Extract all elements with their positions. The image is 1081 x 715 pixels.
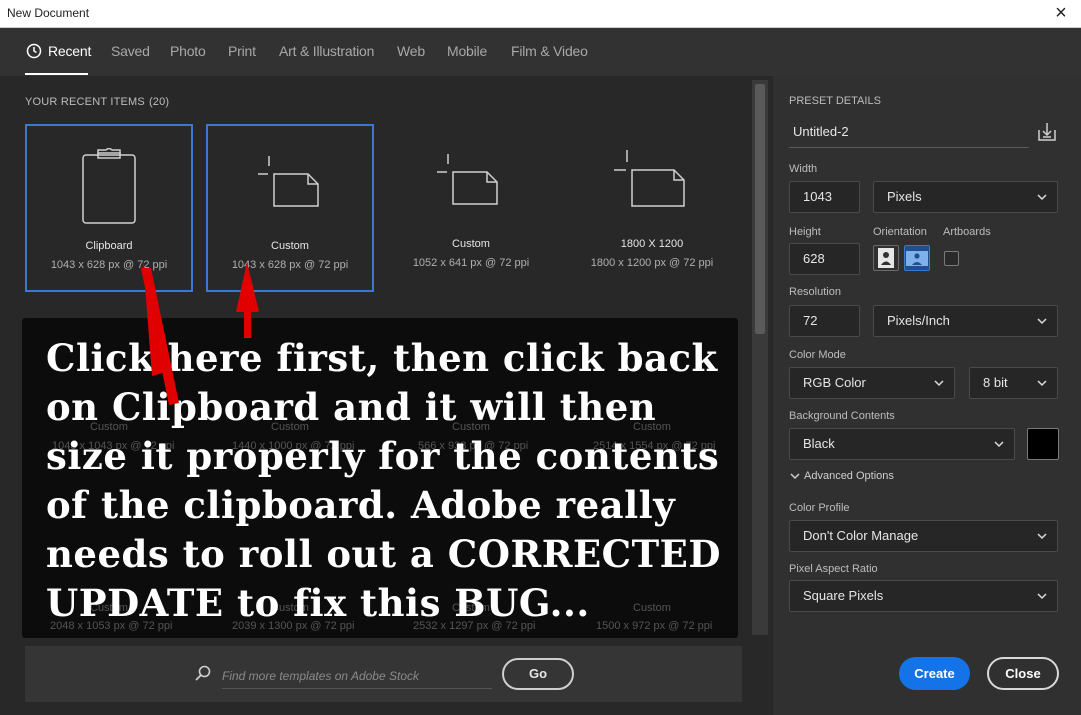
title-bar: New Document × bbox=[0, 0, 1081, 28]
width-unit-select[interactable]: Pixels bbox=[873, 181, 1058, 213]
annotation-text: Click here first, then click back on Cli… bbox=[46, 336, 721, 625]
chevron-down-icon bbox=[1037, 593, 1047, 600]
recent-item-name: Clipboard bbox=[85, 240, 133, 252]
pixel-aspect-ratio-label: Pixel Aspect Ratio bbox=[789, 563, 878, 575]
custom-document-icon bbox=[258, 156, 319, 207]
height-label: Height bbox=[789, 226, 821, 238]
recent-item-size: 1043 x 628 px @ 72 ppi bbox=[231, 259, 349, 271]
portrait-icon bbox=[878, 248, 894, 268]
clock-icon bbox=[26, 43, 42, 59]
go-button[interactable]: Go bbox=[502, 658, 574, 690]
advanced-options-toggle[interactable]: Advanced Options bbox=[790, 470, 894, 482]
background-contents-label: Background Contents bbox=[789, 410, 895, 422]
orientation-label: Orientation bbox=[873, 226, 927, 238]
recent-item-name: Custom bbox=[452, 238, 490, 250]
tab-web[interactable]: Web bbox=[397, 43, 425, 59]
close-button[interactable]: Close bbox=[987, 657, 1059, 690]
width-unit-value: Pixels bbox=[887, 189, 922, 204]
tab-print[interactable]: Print bbox=[228, 43, 256, 59]
chevron-down-icon bbox=[1037, 380, 1047, 387]
width-field[interactable]: 1043 bbox=[789, 181, 860, 213]
bit-depth-select[interactable]: 8 bit bbox=[969, 367, 1058, 399]
advanced-options-label: Advanced Options bbox=[804, 470, 894, 482]
window-title: New Document bbox=[7, 6, 90, 20]
scrollbar-thumb[interactable] bbox=[755, 84, 765, 334]
recent-item-custom-1[interactable]: Custom 1043 x 628 px @ 72 ppi bbox=[206, 124, 374, 292]
bit-depth-value: 8 bit bbox=[983, 375, 1008, 390]
search-icon bbox=[195, 665, 211, 681]
background-contents-value: Black bbox=[803, 436, 835, 451]
landscape-orientation-button[interactable] bbox=[904, 245, 930, 271]
recent-item-name: 1800 X 1200 bbox=[620, 238, 684, 250]
resolution-unit-select[interactable]: Pixels/Inch bbox=[873, 305, 1058, 337]
width-label: Width bbox=[789, 163, 818, 175]
preset-details-heading: PRESET DETAILS bbox=[789, 95, 881, 107]
window-close-icon[interactable]: × bbox=[1051, 2, 1071, 24]
pixel-aspect-ratio-select[interactable]: Square Pixels bbox=[789, 580, 1058, 612]
recent-items-heading: YOUR RECENT ITEMS (20) bbox=[25, 96, 170, 108]
pixel-aspect-ratio-value: Square Pixels bbox=[803, 588, 884, 603]
document-name-field[interactable]: Untitled-2 bbox=[789, 118, 1029, 148]
chevron-down-icon bbox=[1037, 533, 1047, 540]
chevron-down-icon bbox=[1037, 194, 1047, 201]
color-profile-label: Color Profile bbox=[789, 502, 850, 514]
background-contents-select[interactable]: Black bbox=[789, 428, 1015, 460]
recent-item-size: 1800 x 1200 px @ 72 ppi bbox=[590, 257, 714, 269]
tab-saved[interactable]: Saved bbox=[111, 43, 150, 59]
recent-item-custom-2[interactable]: Custom 1052 x 641 px @ 72 ppi bbox=[387, 124, 555, 292]
artboards-label: Artboards bbox=[943, 226, 991, 238]
chevron-down-icon bbox=[934, 380, 944, 387]
tab-art-illustration[interactable]: Art & Illustration bbox=[279, 43, 374, 59]
resolution-unit-value: Pixels/Inch bbox=[887, 313, 950, 328]
recent-item-size: 1043 x 628 px @ 72 ppi bbox=[50, 259, 168, 271]
save-preset-icon[interactable] bbox=[1036, 121, 1058, 143]
color-profile-value: Don't Color Manage bbox=[803, 528, 919, 543]
artboards-checkbox[interactable] bbox=[944, 251, 959, 266]
portrait-orientation-button[interactable] bbox=[873, 245, 899, 271]
resolution-field[interactable]: 72 bbox=[789, 305, 860, 337]
recent-item-name: Custom bbox=[271, 240, 309, 252]
custom-document-icon bbox=[614, 150, 685, 207]
recent-item-1800x1200[interactable]: 1800 X 1200 1800 x 1200 px @ 72 ppi bbox=[568, 124, 736, 292]
tab-film-video[interactable]: Film & Video bbox=[511, 43, 588, 59]
tab-recent[interactable]: Recent bbox=[48, 43, 91, 59]
recent-item-clipboard[interactable]: Clipboard 1043 x 628 px @ 72 ppi bbox=[25, 124, 193, 292]
active-tab-indicator bbox=[25, 73, 88, 75]
category-tabs: Recent Saved Photo Print Art & Illustrat… bbox=[0, 28, 1081, 76]
resolution-label: Resolution bbox=[789, 286, 841, 298]
color-profile-select[interactable]: Don't Color Manage bbox=[789, 520, 1058, 552]
color-mode-label: Color Mode bbox=[789, 349, 846, 361]
recent-items-count: (20) bbox=[148, 96, 170, 108]
background-color-swatch[interactable] bbox=[1027, 428, 1059, 460]
chevron-down-icon bbox=[994, 441, 1004, 448]
tab-photo[interactable]: Photo bbox=[170, 43, 206, 59]
color-mode-select[interactable]: RGB Color bbox=[789, 367, 955, 399]
custom-document-icon bbox=[437, 154, 498, 205]
stock-search-input[interactable] bbox=[222, 663, 492, 689]
chevron-down-icon bbox=[790, 473, 800, 480]
chevron-down-icon bbox=[1037, 318, 1047, 325]
height-field[interactable]: 628 bbox=[789, 243, 860, 275]
landscape-icon bbox=[906, 251, 928, 266]
clipboard-icon bbox=[82, 148, 136, 224]
recent-item-size: 1052 x 641 px @ 72 ppi bbox=[412, 257, 530, 269]
tab-mobile[interactable]: Mobile bbox=[447, 43, 487, 59]
color-mode-value: RGB Color bbox=[803, 375, 866, 390]
create-button[interactable]: Create bbox=[899, 657, 970, 690]
